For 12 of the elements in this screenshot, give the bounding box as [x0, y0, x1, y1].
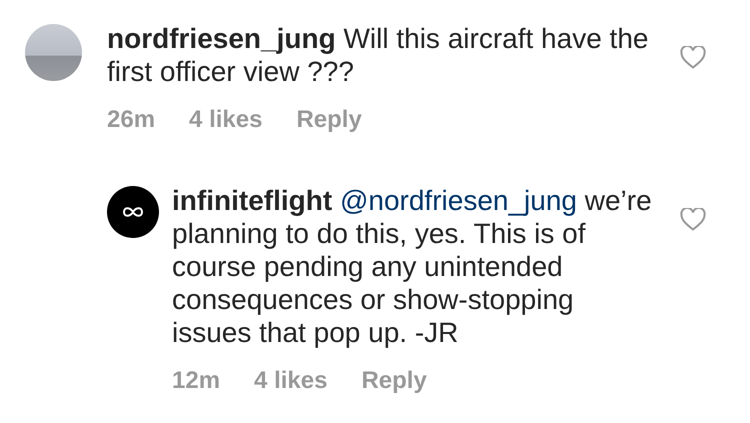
comment-time: 12m — [172, 367, 220, 395]
likes-count[interactable]: 4 likes — [189, 106, 262, 134]
comment-text: infiniteflight @nordfriesen_jung we’re planning to do this, yes. This is of course pending any unintended consequences or show-stopping issues that pop up. -JR — [172, 184, 653, 349]
reply-link[interactable]: Reply — [361, 367, 427, 395]
infinity-icon — [121, 206, 145, 218]
mention-link[interactable]: @nordfriesen_jung — [340, 185, 577, 216]
comment-time: 26m — [107, 106, 156, 134]
likes-count[interactable]: 4 likes — [254, 367, 328, 395]
comment-text: nordfriesen_jung Will this aircraft have the first officer view ??? — [107, 22, 650, 88]
reply-link[interactable]: Reply — [296, 106, 362, 134]
heart-icon[interactable] — [680, 46, 706, 69]
heart-icon[interactable] — [680, 208, 706, 231]
